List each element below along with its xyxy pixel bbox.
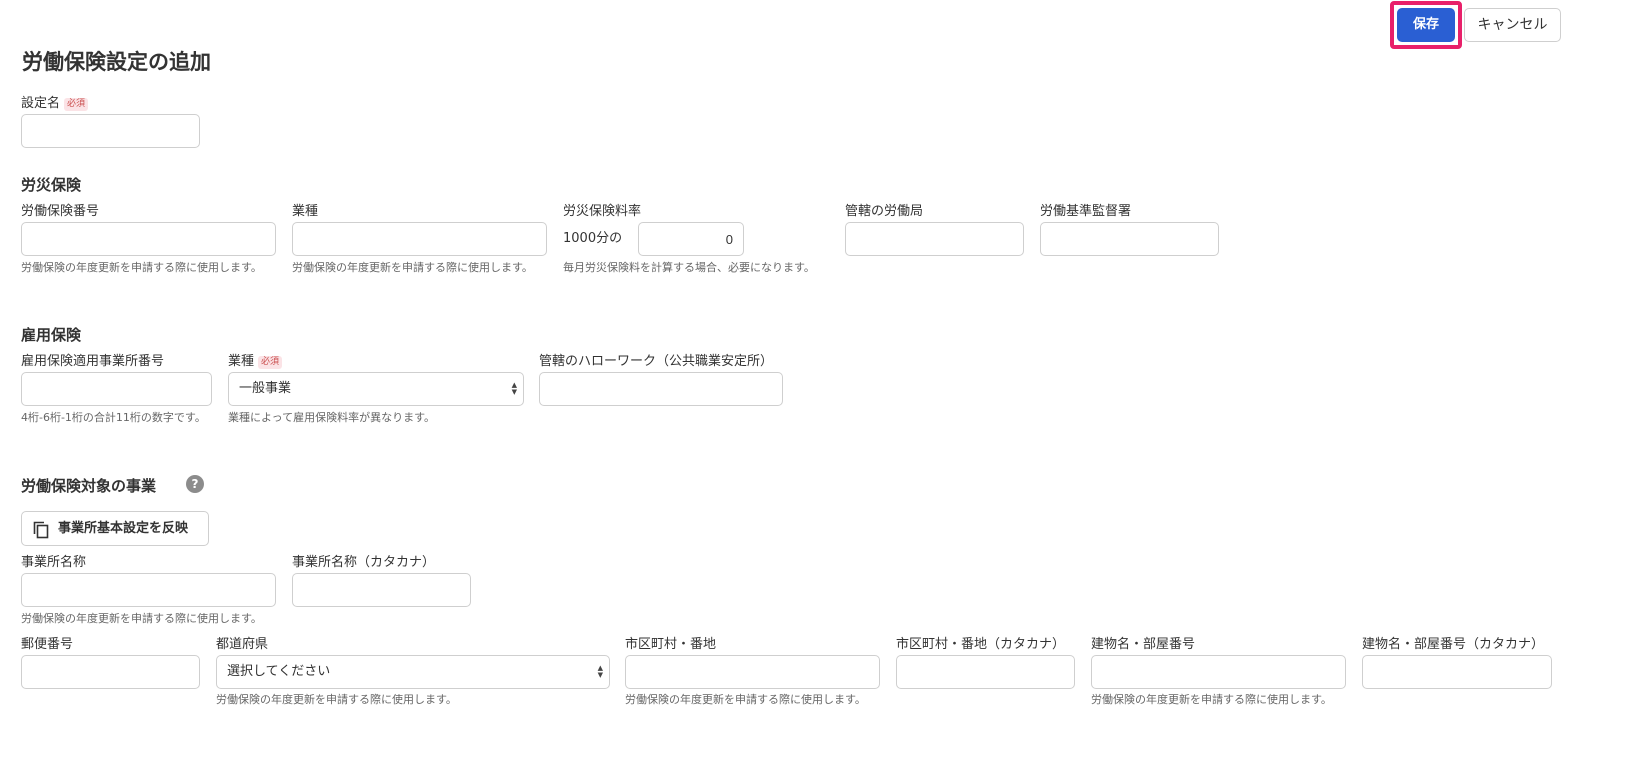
copy-icon xyxy=(33,521,49,539)
building-input[interactable] xyxy=(1091,655,1346,689)
business-name-help: 労働保険の年度更新を申請する際に使用します。 xyxy=(21,612,262,625)
city-label: 市区町村・番地 xyxy=(625,637,717,652)
koyou-office-number-help: 4桁-6桁-1桁の合計11桁の数字です。 xyxy=(21,411,206,424)
inspection-office-label: 労働基準監督署 xyxy=(1040,204,1132,219)
cancel-button[interactable]: キャンセル xyxy=(1464,8,1561,42)
business-section-title: 労働保険対象の事業 xyxy=(21,477,157,495)
copy-office-settings-button[interactable]: 事業所基本設定を反映 xyxy=(21,511,209,546)
postal-code-label: 郵便番号 xyxy=(21,637,74,652)
business-name-kana-input[interactable] xyxy=(292,573,471,607)
rousai-industry-label: 業種 xyxy=(292,204,319,219)
business-name-input[interactable] xyxy=(21,573,276,607)
rousai-industry-help: 労働保険の年度更新を申請する際に使用します。 xyxy=(292,261,533,274)
setting-name-input[interactable] xyxy=(21,114,200,148)
rousai-insurance-number-input[interactable] xyxy=(21,222,276,256)
page-title: 労働保険設定の追加 xyxy=(22,50,211,74)
building-label: 建物名・部屋番号 xyxy=(1091,637,1196,652)
rousai-rate-label: 労災保険料率 xyxy=(563,204,642,219)
koyou-industry-selected: 一般事業 xyxy=(239,381,292,396)
city-help: 労働保険の年度更新を申請する際に使用します。 xyxy=(625,693,866,706)
labor-bureau-input[interactable] xyxy=(845,222,1024,256)
koyou-section-title: 雇用保険 xyxy=(21,326,82,344)
rousai-rate-help: 毎月労災保険料を計算する場合、必要になります。 xyxy=(563,261,815,274)
save-button[interactable]: 保存 xyxy=(1397,8,1455,42)
rousai-insurance-number-help: 労働保険の年度更新を申請する際に使用します。 xyxy=(21,261,262,274)
prefecture-selected: 選択してください xyxy=(227,664,331,679)
question-circle-icon[interactable]: ? xyxy=(186,475,204,493)
setting-name-label-text: 設定名 xyxy=(21,96,61,111)
required-badge: 必須 xyxy=(258,356,283,369)
koyou-industry-label: 業種 必須 xyxy=(228,354,283,370)
rousai-rate-input[interactable] xyxy=(638,222,744,256)
koyou-office-number-input[interactable] xyxy=(21,372,212,406)
copy-office-settings-label: 事業所基本設定を反映 xyxy=(58,521,189,536)
koyou-industry-help: 業種によって雇用保険料率が異なります。 xyxy=(228,411,436,424)
setting-name-label: 設定名 必須 xyxy=(21,96,89,112)
inspection-office-input[interactable] xyxy=(1040,222,1219,256)
prefecture-select[interactable]: 選択してください ▲ ▼ xyxy=(216,655,610,689)
hello-work-input[interactable] xyxy=(539,372,783,406)
labor-bureau-label: 管轄の労働局 xyxy=(845,204,924,219)
hello-work-label: 管轄のハローワーク（公共職業安定所） xyxy=(539,354,774,369)
prefecture-label: 都道府県 xyxy=(216,637,269,652)
city-input[interactable] xyxy=(625,655,880,689)
rousai-insurance-number-label: 労働保険番号 xyxy=(21,204,100,219)
rousai-rate-prefix: 1000分の xyxy=(563,231,623,246)
koyou-industry-select[interactable]: 一般事業 ▲ ▼ xyxy=(228,372,524,406)
city-kana-label: 市区町村・番地（カタカナ） xyxy=(896,637,1066,652)
koyou-office-number-label: 雇用保険適用事業所番号 xyxy=(21,354,165,369)
building-help: 労働保険の年度更新を申請する際に使用します。 xyxy=(1091,693,1332,706)
chevron-up-down-icon: ▲ ▼ xyxy=(597,664,603,679)
prefecture-help: 労働保険の年度更新を申請する際に使用します。 xyxy=(216,693,457,706)
building-kana-label: 建物名・部屋番号（カタカナ） xyxy=(1362,637,1545,652)
required-badge: 必須 xyxy=(64,98,89,111)
city-kana-input[interactable] xyxy=(896,655,1075,689)
rousai-section-title: 労災保険 xyxy=(21,176,82,194)
building-kana-input[interactable] xyxy=(1362,655,1552,689)
rousai-industry-input[interactable] xyxy=(292,222,547,256)
koyou-industry-label-text: 業種 xyxy=(228,354,255,369)
postal-code-input[interactable] xyxy=(21,655,200,689)
chevron-up-down-icon: ▲ ▼ xyxy=(511,381,517,396)
business-name-kana-label: 事業所名称（カタカナ） xyxy=(292,555,436,570)
business-name-label: 事業所名称 xyxy=(21,555,87,570)
